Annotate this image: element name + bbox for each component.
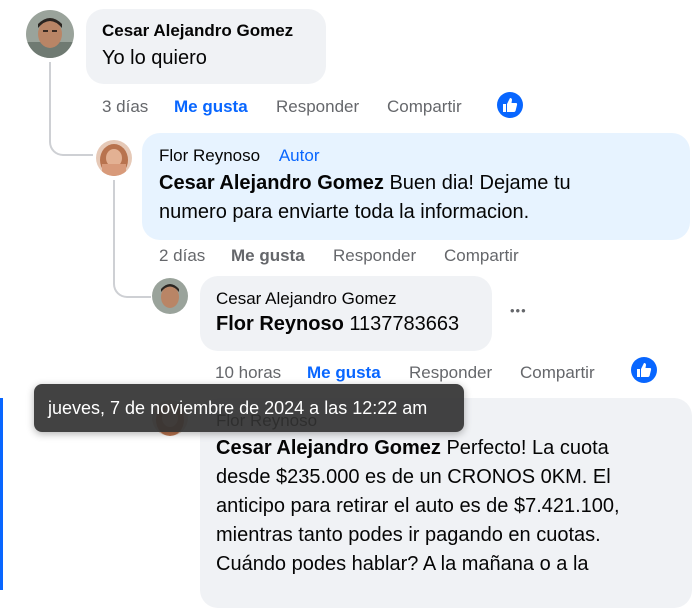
share-button[interactable]: Compartir xyxy=(520,363,595,383)
mention[interactable]: Cesar Alejandro Gomez xyxy=(159,172,384,194)
comment-text-line: numero para enviarte toda la informacion… xyxy=(159,201,530,223)
comment-text-line: desde $235.000 es de un CRONOS 0KM. El xyxy=(216,466,611,488)
comment-text: Yo lo quiero xyxy=(102,47,207,69)
comment-text: Flor Reynoso 1137783663 xyxy=(216,310,492,339)
comment-text-line: Perfecto! La cuota xyxy=(440,437,609,459)
share-button[interactable]: Compartir xyxy=(444,246,519,266)
comment-text-line: Buen dia! Dejame tu xyxy=(383,172,571,194)
reply-button[interactable]: Responder xyxy=(276,97,359,117)
comment-time[interactable]: 2 días xyxy=(159,246,205,266)
comment-author[interactable]: Cesar Alejandro Gomez xyxy=(102,21,326,41)
more-options-icon[interactable]: ••• xyxy=(510,303,527,318)
comment-time[interactable]: 10 horas xyxy=(215,363,281,383)
thumbs-up-icon[interactable] xyxy=(497,92,523,118)
comment-author[interactable]: Cesar Alejandro Gomez xyxy=(216,289,492,309)
mention[interactable]: Flor Reynoso xyxy=(216,313,344,335)
author-badge: Autor xyxy=(278,146,320,165)
comment-text: Cesar Alejandro Gomez Perfecto! La cuota… xyxy=(216,434,692,579)
comment-text-line: 1137783663 xyxy=(343,313,460,335)
reply-button[interactable]: Responder xyxy=(333,246,416,266)
share-button[interactable]: Compartir xyxy=(387,97,462,117)
comment-text-line: anticipo para retirar el auto es de $7.4… xyxy=(216,495,620,517)
thumbs-up-icon[interactable] xyxy=(631,357,657,383)
thread-line xyxy=(49,62,93,156)
comment-text-line: Cuándo podes hablar? A la mañana o a la xyxy=(216,553,589,575)
comment-text-line: mientras tanto podes ir pagando en cuota… xyxy=(216,524,601,546)
comment-time[interactable]: 3 días xyxy=(102,97,148,117)
like-button[interactable]: Me gusta xyxy=(231,246,305,266)
mention[interactable]: Cesar Alejandro Gomez xyxy=(216,437,441,459)
like-button[interactable]: Me gusta xyxy=(307,363,381,383)
comment-bubble: Cesar Alejandro Gomez Yo lo quiero xyxy=(86,9,326,84)
comment-bubble-author: Flor Reynoso Autor Cesar Alejandro Gomez… xyxy=(142,133,690,240)
comment-text: Cesar Alejandro Gomez Buen dia! Dejame t… xyxy=(159,169,690,227)
avatar[interactable] xyxy=(26,10,74,58)
avatar[interactable] xyxy=(152,278,188,314)
comment-bubble: Cesar Alejandro Gomez Flor Reynoso 11377… xyxy=(200,276,492,351)
timestamp-tooltip: jueves, 7 de noviembre de 2024 a las 12:… xyxy=(34,384,464,432)
like-button[interactable]: Me gusta xyxy=(174,97,248,117)
avatar[interactable] xyxy=(96,140,132,176)
reply-button[interactable]: Responder xyxy=(409,363,492,383)
active-thread-marker xyxy=(0,398,3,590)
comment-author[interactable]: Flor Reynoso xyxy=(159,146,260,165)
